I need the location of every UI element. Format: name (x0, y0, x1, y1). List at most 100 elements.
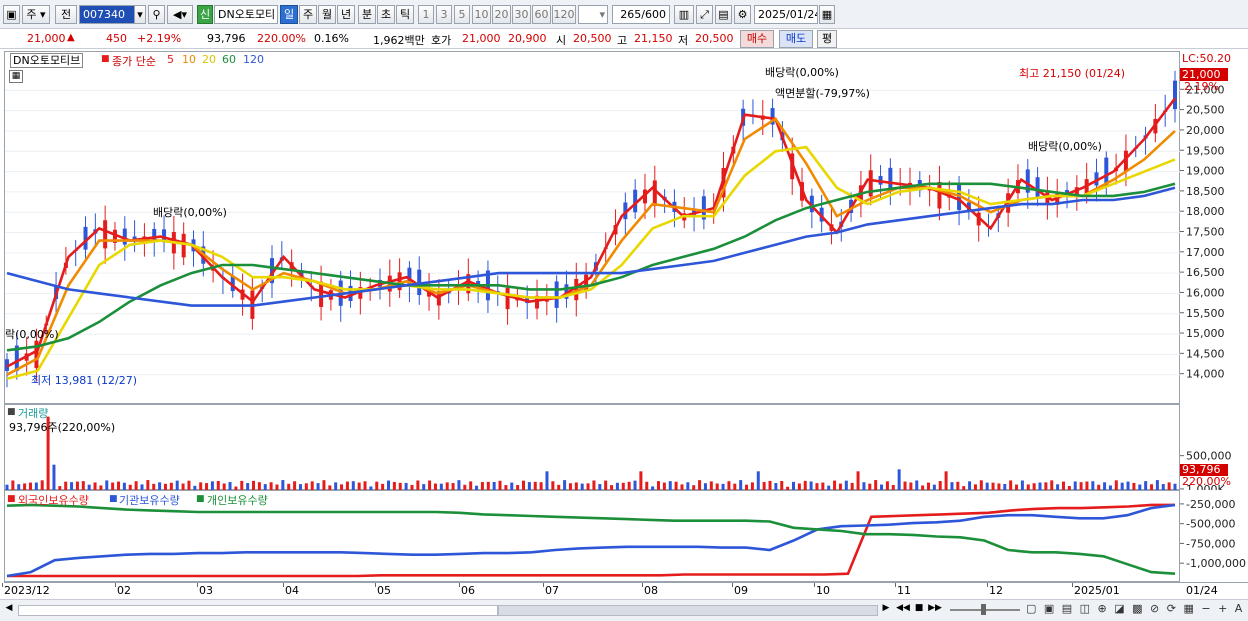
interval-30[interactable]: 30 (512, 5, 531, 24)
holdings-axis[interactable]: -250,000 -500,000 -750,000 -1,000,000 (1180, 490, 1248, 582)
stock-name-field[interactable]: DN오토모티 (214, 5, 278, 24)
ma-60-label[interactable]: 60 (222, 53, 236, 66)
custom-interval-select[interactable]: ▾ (578, 5, 608, 24)
sell-button[interactable]: 매도 (779, 30, 813, 48)
candle-body (1173, 80, 1177, 110)
institution-holdings-label[interactable]: 기관보유수량 (119, 492, 180, 508)
price-chart-panel[interactable]: DN오토모티브 ■ 종가 단순 5 10 20 60 120 ▦ 최고 21,1… (4, 51, 1181, 404)
interval-60[interactable]: 60 (532, 5, 551, 24)
chart-menu-icon[interactable]: ▣ (3, 5, 20, 24)
interval-120[interactable]: 120 (552, 5, 576, 24)
volume-bar (199, 482, 203, 490)
volume-bar (551, 481, 555, 490)
forward-icon[interactable]: ▶▶ (928, 603, 942, 617)
volume-axis[interactable]: 1,000K 500,000 93,796 220.00% (1180, 404, 1248, 490)
tab-day[interactable]: 일 (280, 5, 298, 24)
table-icon[interactable]: ▦ (9, 70, 23, 83)
draw-tool-icon[interactable]: ⤢ (696, 5, 713, 24)
x-axis-label: 03 (199, 584, 213, 597)
ask-price-2: 20,900 (508, 32, 547, 45)
buy-button[interactable]: 매수 (740, 30, 774, 48)
scroll-track[interactable] (18, 605, 498, 616)
ma-20-label[interactable]: 20 (202, 53, 216, 66)
x-axis-label: 04 (285, 584, 299, 597)
volume-bar (926, 482, 930, 490)
zoom-slider-handle[interactable] (981, 604, 986, 615)
volume-bar (844, 480, 848, 490)
interval-3[interactable]: 3 (436, 5, 452, 24)
volume-bar (686, 482, 690, 490)
ma-120-label[interactable]: 120 (243, 53, 264, 66)
bar-count-field[interactable]: 265/600 (612, 5, 670, 24)
x-axis[interactable]: 2023/12 02 03 04 05 06 07 08 09 10 11 12 2025/01 01/… (2, 582, 1248, 599)
save-icon[interactable]: ▤ (715, 5, 732, 24)
high-annotation: 최고 21,150 (01/24) (1019, 67, 1126, 80)
gear-icon[interactable]: ⚙ (734, 5, 751, 24)
volume-bar (809, 481, 813, 490)
volume-bar (803, 480, 807, 490)
volume-bar (469, 481, 473, 490)
scroll-right-icon[interactable]: ▶ (880, 603, 892, 617)
volume-bar (445, 482, 449, 490)
tab-year[interactable]: 년 (337, 5, 355, 24)
interval-1[interactable]: 1 (418, 5, 434, 24)
bullet-icon: ■ (101, 54, 110, 64)
volume-bar (533, 481, 537, 490)
stock-code-input[interactable]: 007340 (79, 5, 135, 24)
interval-20[interactable]: 20 (492, 5, 511, 24)
volume-bar (34, 482, 38, 490)
ma-line-20 (6, 145, 1176, 381)
search-icon[interactable]: ⚲ (148, 5, 165, 24)
volume-bar (727, 481, 731, 490)
code-dropdown-icon[interactable]: ▾ (134, 5, 146, 24)
tab-week[interactable]: 주 (299, 5, 317, 24)
holdings-panel[interactable]: ■ 외국인보유수량 ■ 기관보유수량 ■ 개인보유수량 (4, 490, 1180, 582)
x-axis-label: 08 (644, 584, 658, 597)
volume-bar (81, 481, 85, 490)
tab-second[interactable]: 초 (377, 5, 395, 24)
scroll-left-icon[interactable]: ◀ (3, 603, 15, 617)
volume-bar (774, 482, 778, 490)
interval-10[interactable]: 10 (472, 5, 491, 24)
volume-panel[interactable]: ■ 거래량 93,796주(220,00%) (4, 404, 1180, 490)
volume-bar (627, 481, 631, 490)
ma-5-label[interactable]: 5 (167, 53, 174, 66)
stock-label[interactable]: DN오토모티브 (10, 53, 84, 68)
stop-icon[interactable]: ■ (913, 603, 925, 617)
price-tick-label: 18,500 (1186, 185, 1225, 198)
eval-button[interactable]: 평 (817, 30, 837, 48)
rewind-icon[interactable]: ◀◀ (896, 603, 910, 617)
date-field[interactable]: 2025/01/24 (754, 5, 818, 24)
volume-bar (645, 481, 649, 490)
volume-bar (510, 482, 514, 490)
volume-bar (833, 480, 837, 490)
tab-month[interactable]: 월 (318, 5, 336, 24)
interval-5[interactable]: 5 (454, 5, 470, 24)
tool-icons[interactable]: ▢ ▣ ▤ ◫ ⊕ ◪ ▩ ⊘ ⟳ ▦ − + A (1026, 602, 1242, 618)
scroll-thumb[interactable] (498, 605, 878, 616)
volume-bar (1085, 481, 1089, 490)
volume-bar (1044, 482, 1048, 490)
price-axis[interactable]: 21,000 20,500 20,000 19,500 19,000 18,500 18,0… (1180, 51, 1248, 404)
period-select[interactable]: 주 ▾ (22, 5, 50, 24)
price-axis-ticks: 21,00020,50020,00019,50019,00018,50018,0… (1180, 83, 1225, 381)
ma-10-label[interactable]: 10 (182, 53, 196, 66)
tab-tick[interactable]: 틱 (396, 5, 414, 24)
bullet-icon: ■ (7, 407, 16, 417)
calendar-icon[interactable]: ▦ (819, 5, 835, 24)
individual-holdings-label[interactable]: 개인보유수량 (207, 492, 268, 508)
x-axis-tick (283, 583, 284, 587)
ma-label[interactable]: 종가 단순 (112, 53, 156, 69)
volume-bar (568, 483, 572, 490)
tab-minute[interactable]: 분 (358, 5, 376, 24)
foreign-holdings-label[interactable]: 외국인보유수량 (18, 492, 89, 508)
volume-bar (240, 480, 244, 490)
volume-bar (492, 481, 496, 490)
volume-bar (122, 482, 126, 490)
x-axis-tick (987, 583, 988, 587)
candle-type-icon[interactable]: ▥ (674, 5, 694, 24)
prev-button[interactable]: 전 (55, 5, 77, 24)
speaker-icon[interactable]: ◀▾ (167, 5, 193, 24)
holdings-chart (6, 503, 1176, 578)
volume-bar (815, 483, 819, 490)
